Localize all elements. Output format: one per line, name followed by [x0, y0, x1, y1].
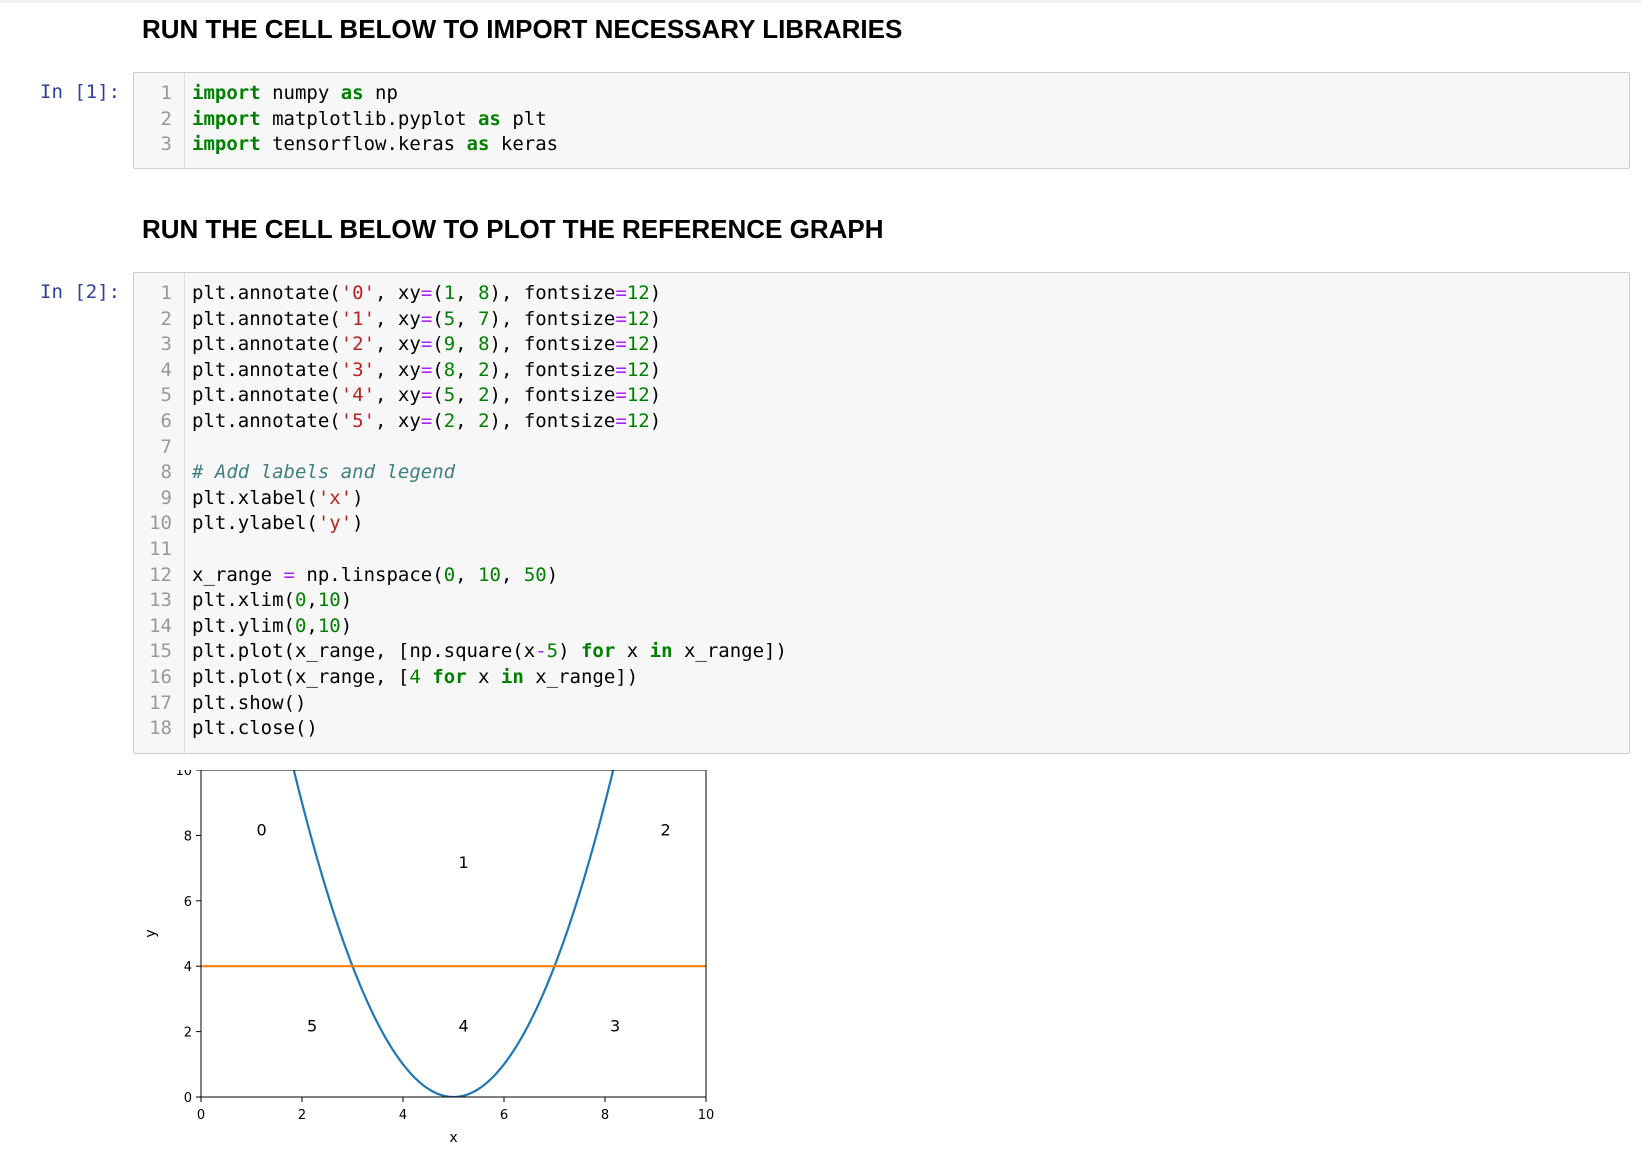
x-tick-label: 0 [197, 1108, 205, 1123]
code-cell-2[interactable]: 1 plt.annotate('0', xy=(1, 8), fontsize=1… [133, 272, 1630, 754]
code-text: plt.annotate('0', xy=(1, 8), fontsize=12… [192, 282, 662, 304]
line-number: 14 [149, 614, 172, 637]
code-text: plt.xlabel('x') [192, 486, 364, 509]
line-number: 11 [149, 537, 172, 560]
code-text: plt.xlim(0,10) [192, 589, 353, 612]
line-number: 2 [160, 107, 172, 130]
code-line: 18 plt.close() [134, 716, 318, 742]
heading-import: RUN THE CELL BELOW TO IMPORT NECESSARY L… [142, 14, 903, 44]
x-tick-label: 10 [698, 1108, 715, 1123]
code-text: plt.ylim(0,10) [192, 614, 353, 637]
line-number: 18 [149, 717, 172, 740]
code-line: 17 plt.show() [134, 691, 306, 717]
y-tick-label: 4 [184, 960, 192, 975]
chart-svg: 0 2 4 6 8 10 0 2 4 6 8 10 x y 0 1 2 3 4 5 [133, 764, 733, 1170]
line-number: 3 [160, 133, 172, 156]
annotation-label: 3 [610, 1017, 620, 1036]
line-number: 13 [149, 589, 172, 612]
cell-2-prompt: In [2]: [40, 281, 121, 303]
code-text: import tensorflow.keras as keras [192, 133, 559, 156]
code-text: x_range = np.linspace(0, 10, 50) [192, 563, 559, 586]
line-number: 8 [160, 461, 172, 484]
annotation-label: 1 [459, 853, 469, 872]
annotation-label: 5 [307, 1017, 317, 1036]
line-number: 7 [160, 435, 172, 458]
code-text: import matplotlib.pyplot as plt [192, 107, 547, 130]
x-axis-label: x [449, 1130, 457, 1146]
x-tick-label: 4 [399, 1108, 407, 1123]
annotation-label: 4 [459, 1017, 469, 1036]
y-tick-label: 2 [184, 1026, 192, 1041]
line-number: 4 [160, 358, 172, 381]
code-line: 9 plt.xlabel('x') [134, 486, 364, 512]
line-number: 1 [160, 282, 172, 304]
x-tick-label: 8 [601, 1108, 609, 1123]
code-cell-1[interactable]: 1 import numpy as np 2 import matplotlib.py… [133, 72, 1630, 169]
code-line: 7 [134, 435, 172, 461]
code-text: plt.show() [192, 691, 307, 714]
code-line: 5 plt.annotate('4', xy=(5, 2), fontsize=1… [134, 383, 662, 409]
line-number: 2 [160, 307, 172, 330]
code-text: plt.annotate('5', xy=(2, 2), fontsize=12… [192, 409, 662, 432]
line-number: 6 [160, 409, 172, 432]
code-text: plt.close() [192, 717, 318, 740]
line-number: 3 [160, 333, 172, 356]
code-line: 1 plt.annotate('0', xy=(1, 8), fontsize=1… [134, 281, 662, 307]
code-line: 2 plt.annotate('1', xy=(5, 7), fontsize=1… [134, 307, 662, 333]
code-line: 15 plt.plot(x_range, [np.square(x-5) for … [134, 639, 787, 665]
code-text: plt.annotate('4', xy=(5, 2), fontsize=12… [192, 384, 662, 407]
code-text: plt.plot(x_range, [4 for x in x_range]) [192, 665, 639, 688]
code-text: plt.annotate('2', xy=(9, 8), fontsize=12… [192, 333, 662, 356]
code-line: 14 plt.ylim(0,10) [134, 614, 352, 640]
code-text: plt.annotate('1', xy=(5, 7), fontsize=12… [192, 307, 662, 330]
line-number: 1 [160, 82, 172, 104]
annotation-label: 0 [257, 820, 267, 839]
x-tick-label: 2 [298, 1108, 306, 1123]
annotation-label: 2 [661, 820, 671, 839]
y-axis-label: y [143, 929, 159, 937]
code-line: 10 plt.ylabel('y') [134, 511, 364, 537]
code-text: # Add labels and legend [192, 461, 456, 484]
y-tick-label: 8 [184, 829, 192, 844]
code-line: 3 plt.annotate('2', xy=(9, 8), fontsize=1… [134, 332, 662, 358]
code-line: 2 import matplotlib.pyplot as plt [134, 107, 547, 133]
code-text: plt.ylabel('y') [192, 512, 364, 535]
code-lines: 1 plt.annotate('0', xy=(1, 8), fontsize=1… [134, 281, 787, 742]
heading-plot: RUN THE CELL BELOW TO PLOT THE REFERENCE… [142, 214, 884, 244]
y-tick-label: 10 [175, 770, 192, 779]
code-line: 3 import tensorflow.keras as keras [134, 132, 559, 158]
line-number: 16 [149, 665, 172, 688]
code-line: 4 plt.annotate('3', xy=(8, 2), fontsize=1… [134, 358, 662, 384]
line-number: 12 [149, 563, 172, 586]
y-tick-label: 6 [184, 895, 192, 910]
chart-background [133, 770, 733, 1170]
y-tick-label: 0 [184, 1091, 192, 1106]
code-line: 6 plt.annotate('5', xy=(2, 2), fontsize=1… [134, 409, 662, 435]
code-text: plt.annotate('3', xy=(8, 2), fontsize=12… [192, 358, 662, 381]
code-line: 8 # Add labels and legend [134, 460, 456, 486]
top-divider [0, 0, 1641, 3]
code-line: 1 import numpy as np [134, 81, 398, 107]
line-number: 10 [149, 512, 172, 535]
code-line: 12 x_range = np.linspace(0, 10, 50) [134, 563, 558, 589]
code-text: plt.plot(x_range, [np.square(x-5) for x … [192, 640, 787, 663]
output-plot: 0 2 4 6 8 10 0 2 4 6 8 10 x y 0 1 2 3 4 5 [133, 764, 733, 1174]
cell-1-prompt: In [1]: [40, 81, 121, 103]
line-number: 17 [149, 691, 172, 714]
line-number: 5 [160, 384, 172, 407]
code-text: import numpy as np [192, 82, 398, 104]
x-tick-label: 6 [500, 1108, 508, 1123]
line-number: 9 [160, 486, 172, 509]
code-line: 16 plt.plot(x_range, [4 for x in x_range]… [134, 665, 638, 691]
code-line: 11 [134, 537, 172, 563]
code-lines: 1 import numpy as np 2 import matplotlib.py… [134, 81, 559, 158]
line-number: 15 [149, 640, 172, 663]
code-line: 13 plt.xlim(0,10) [134, 588, 352, 614]
